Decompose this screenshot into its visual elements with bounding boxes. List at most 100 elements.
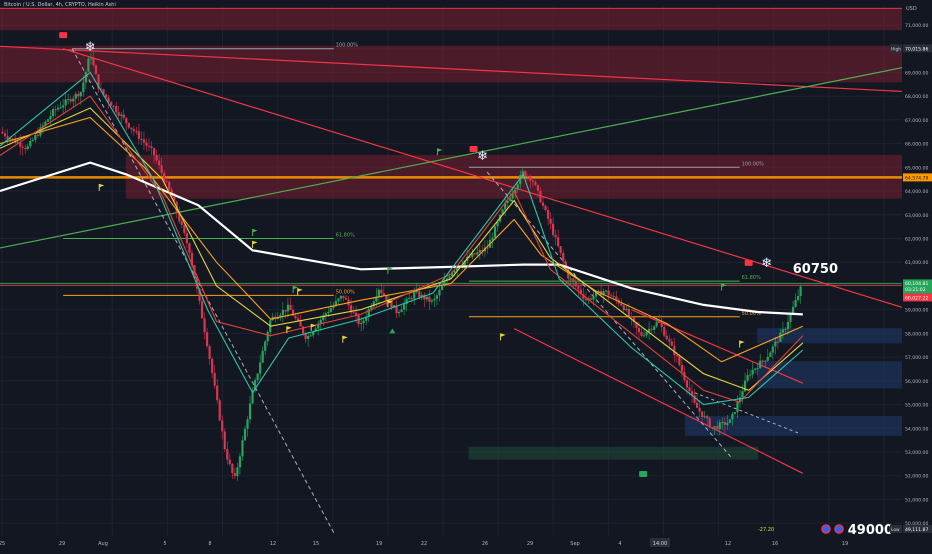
- candle-body: [79, 92, 82, 97]
- candle-body: [87, 58, 90, 72]
- candle-body: [698, 407, 701, 412]
- candle-body: [430, 300, 433, 302]
- time-axis-background: [0, 535, 932, 550]
- fib-level-label: 61.80%: [742, 275, 761, 281]
- candle-body: [218, 400, 221, 421]
- candle-body: [362, 320, 365, 324]
- time-tick-label: 19: [376, 541, 382, 547]
- candle-body: [286, 304, 290, 312]
- candle-body: [188, 243, 191, 253]
- fib-level-label: 100.00%: [336, 43, 358, 49]
- time-tick-label: 8: [208, 541, 211, 547]
- low-value-tag: 49,111.87: [905, 527, 928, 533]
- candle-body: [46, 119, 50, 122]
- candle-body: [380, 289, 383, 294]
- candle-body: [726, 422, 729, 425]
- candle-body: [213, 373, 216, 386]
- candle-body: [264, 341, 267, 351]
- candle-body: [668, 339, 671, 342]
- candle-body: [509, 198, 512, 201]
- time-tick-label: 26: [482, 541, 488, 547]
- candle-body: [72, 98, 75, 102]
- candle-body: [337, 298, 340, 301]
- candle-body: [620, 303, 623, 306]
- candle-body: [640, 332, 643, 336]
- fib-level-label: 100.00%: [742, 161, 764, 167]
- candle-body: [718, 422, 721, 430]
- candle-body: [203, 318, 206, 333]
- candle-body: [723, 421, 726, 425]
- candle-body: [703, 416, 706, 418]
- candle-body: [344, 297, 348, 300]
- candle-body: [569, 278, 572, 280]
- candle-body: [132, 129, 135, 132]
- trading-chart[interactable]: Bitcoin / U.S. Dollar, 4h, CRYPTO, Heiki…: [0, 0, 932, 550]
- candle-body: [284, 310, 287, 312]
- candle-body: [1, 131, 4, 134]
- candle-body: [627, 308, 630, 317]
- candle-body: [69, 99, 72, 102]
- candle-body: [62, 105, 65, 108]
- candle-body: [625, 308, 628, 311]
- candle-body: [557, 237, 560, 247]
- time-tick-label: 19: [842, 541, 848, 547]
- candle-body: [36, 135, 39, 137]
- candle-body: [541, 202, 545, 206]
- candle-body: [473, 253, 476, 255]
- candle-body: [435, 295, 439, 299]
- candle-body: [637, 327, 641, 333]
- candle-body: [51, 109, 55, 116]
- candle-body: [478, 250, 481, 253]
- candle-body: [645, 331, 648, 336]
- demand-zone: [468, 446, 759, 460]
- candle-body: [476, 252, 479, 255]
- time-tick-label: 4: [618, 541, 621, 547]
- candle-body: [493, 226, 497, 238]
- candle-body: [708, 418, 711, 427]
- candle-body: [554, 234, 557, 238]
- candle-body: [307, 336, 310, 339]
- candle-body: [711, 426, 714, 428]
- time-tick-label: 29: [527, 541, 533, 547]
- candle-body: [448, 276, 451, 279]
- price-tick-label: 57,000.00: [905, 355, 928, 361]
- candle-body: [574, 281, 577, 287]
- candle-body: [147, 145, 151, 147]
- candle-body: [605, 290, 608, 292]
- candle-body: [552, 223, 555, 235]
- candle-body: [680, 364, 684, 372]
- candle-body: [327, 312, 330, 314]
- candle-body: [721, 421, 724, 423]
- candle-body: [352, 312, 355, 314]
- candle-body: [572, 278, 575, 282]
- candle-body: [216, 385, 219, 401]
- candle-body: [749, 374, 752, 376]
- candle-body: [120, 114, 123, 116]
- supply-zone: [0, 45, 903, 83]
- current-price-tag: 60,104.81: [905, 281, 928, 287]
- candle-body: [428, 296, 431, 302]
- candle-body: [397, 311, 401, 314]
- candle-body: [610, 295, 613, 297]
- candle-body: [653, 326, 656, 330]
- currency-label: USD: [906, 6, 917, 12]
- candle-body: [761, 360, 764, 362]
- candle-body: [577, 286, 580, 290]
- candle-body: [342, 295, 345, 298]
- time-tick-label: 15: [313, 541, 319, 547]
- candle-body: [440, 285, 444, 290]
- target-high-label: 60750: [793, 262, 838, 277]
- candle-body: [784, 328, 787, 330]
- candle-body: [526, 175, 529, 177]
- time-tick-label: 25: [0, 541, 5, 547]
- candle-body: [112, 105, 115, 107]
- candle-body: [756, 368, 759, 370]
- chart-canvas[interactable]: 100.00%61.80%50.00%100.00%61.80%50.00%❄❄…: [0, 0, 932, 550]
- candle-body: [339, 295, 343, 299]
- candle-body: [160, 165, 163, 174]
- candle-body: [665, 335, 668, 340]
- candle-body: [168, 181, 171, 190]
- candle-body: [779, 332, 782, 342]
- candle-body: [728, 419, 731, 423]
- candle-body: [59, 107, 62, 109]
